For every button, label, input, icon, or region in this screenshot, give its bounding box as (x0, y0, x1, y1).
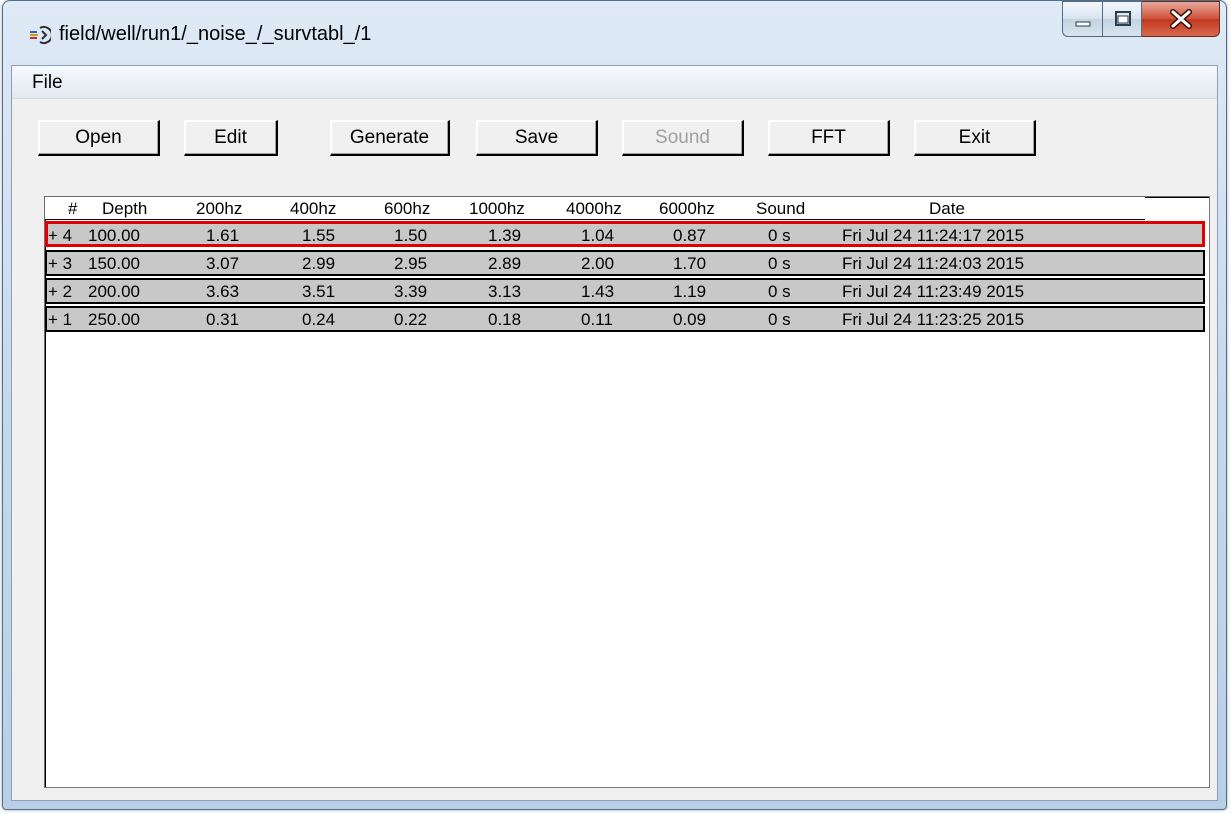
generate-button[interactable]: Generate (330, 120, 450, 156)
survey-table[interactable]: # Depth 200hz 400hz 600hz 1000hz 4000hz … (44, 196, 1210, 788)
cell-400hz: 2.99 (302, 254, 336, 273)
cell-sound: 0 s (768, 254, 791, 273)
app-window: field/well/run1/_noise_/_survtabl_/1 Fil… (2, 0, 1227, 810)
client-area: File Open Edit Generate Save Sound FFT E… (11, 65, 1218, 801)
title-bar[interactable]: field/well/run1/_noise_/_survtabl_/1 (3, 1, 1226, 65)
fft-button[interactable]: FFT (768, 120, 890, 156)
table-row[interactable]: + 2 200.00 3.63 3.51 3.39 3.13 1.43 1.19… (45, 278, 1205, 304)
cell-600hz: 2.95 (394, 254, 428, 273)
cell-depth: 250.00 (88, 310, 140, 329)
column-header-6000hz[interactable]: 6000hz (659, 199, 715, 219)
column-header-depth[interactable]: Depth (102, 199, 147, 219)
cell-6000hz: 0.09 (673, 310, 707, 329)
cell-600hz: 1.50 (394, 226, 428, 245)
cell-depth: 100.00 (88, 226, 140, 245)
save-button[interactable]: Save (476, 120, 598, 156)
cell-date: Fri Jul 24 11:23:49 2015 (842, 282, 1025, 301)
table-row[interactable]: + 4 100.00 1.61 1.55 1.50 1.39 1.04 0.87… (45, 221, 1205, 247)
cell-600hz: 0.22 (394, 310, 428, 329)
column-header-1000hz[interactable]: 1000hz (469, 199, 525, 219)
cell-num: + 3 (48, 254, 73, 273)
cell-sound: 0 s (768, 226, 791, 245)
cell-depth: 200.00 (88, 282, 140, 301)
cell-1000hz: 1.39 (488, 226, 522, 245)
menu-file[interactable]: File (32, 72, 63, 94)
cell-num: + 1 (48, 310, 73, 329)
cell-6000hz: 1.19 (673, 282, 707, 301)
cell-num: + 4 (48, 226, 73, 245)
cell-sound: 0 s (768, 310, 791, 329)
minimize-button[interactable] (1062, 1, 1102, 37)
column-header-sound[interactable]: Sound (756, 199, 805, 219)
table-header: # Depth 200hz 400hz 600hz 1000hz 4000hz … (45, 197, 1145, 220)
cell-date: Fri Jul 24 11:24:17 2015 (842, 226, 1025, 245)
cell-date: Fri Jul 24 11:23:25 2015 (842, 310, 1025, 329)
cell-date: Fri Jul 24 11:24:03 2015 (842, 254, 1025, 273)
cell-200hz: 0.31 (206, 310, 240, 329)
cell-6000hz: 1.70 (673, 254, 707, 273)
cell-400hz: 0.24 (302, 310, 336, 329)
cell-4000hz: 1.43 (581, 282, 615, 301)
table-row[interactable]: + 1 250.00 0.31 0.24 0.22 0.18 0.11 0.09… (45, 306, 1205, 332)
column-header-date[interactable]: Date (929, 199, 965, 219)
cell-4000hz: 2.00 (581, 254, 615, 273)
app-icon (27, 23, 53, 47)
open-button[interactable]: Open (38, 120, 160, 156)
cell-200hz: 3.07 (206, 254, 240, 273)
menu-bar: File (12, 66, 1217, 99)
close-icon (1170, 9, 1192, 29)
cell-4000hz: 0.11 (581, 310, 613, 329)
window-controls (1062, 1, 1220, 39)
cell-1000hz: 2.89 (488, 254, 522, 273)
cell-1000hz: 0.18 (488, 310, 522, 329)
cell-sound: 0 s (768, 282, 791, 301)
cell-depth: 150.00 (88, 254, 140, 273)
sound-button[interactable]: Sound (622, 120, 744, 156)
cell-200hz: 3.63 (206, 282, 240, 301)
table-row[interactable]: + 3 150.00 3.07 2.99 2.95 2.89 2.00 1.70… (45, 250, 1205, 276)
cell-num: + 2 (48, 282, 73, 301)
cell-4000hz: 1.04 (581, 226, 615, 245)
cell-6000hz: 0.87 (673, 226, 707, 245)
cell-400hz: 3.51 (302, 282, 336, 301)
edit-button[interactable]: Edit (184, 120, 278, 156)
column-header-num[interactable]: # (68, 199, 77, 219)
close-button[interactable] (1142, 1, 1220, 37)
cell-200hz: 1.61 (206, 226, 240, 245)
cell-600hz: 3.39 (394, 282, 428, 301)
minimize-icon (1075, 21, 1091, 27)
maximize-button[interactable] (1102, 1, 1142, 37)
maximize-icon (1115, 11, 1131, 26)
column-header-200hz[interactable]: 200hz (196, 199, 242, 219)
cell-400hz: 1.55 (302, 226, 336, 245)
exit-button[interactable]: Exit (914, 120, 1036, 156)
column-header-400hz[interactable]: 400hz (290, 199, 336, 219)
column-header-4000hz[interactable]: 4000hz (566, 199, 622, 219)
window-title: field/well/run1/_noise_/_survtabl_/1 (59, 23, 372, 45)
cell-1000hz: 3.13 (488, 282, 522, 301)
column-header-600hz[interactable]: 600hz (384, 199, 430, 219)
